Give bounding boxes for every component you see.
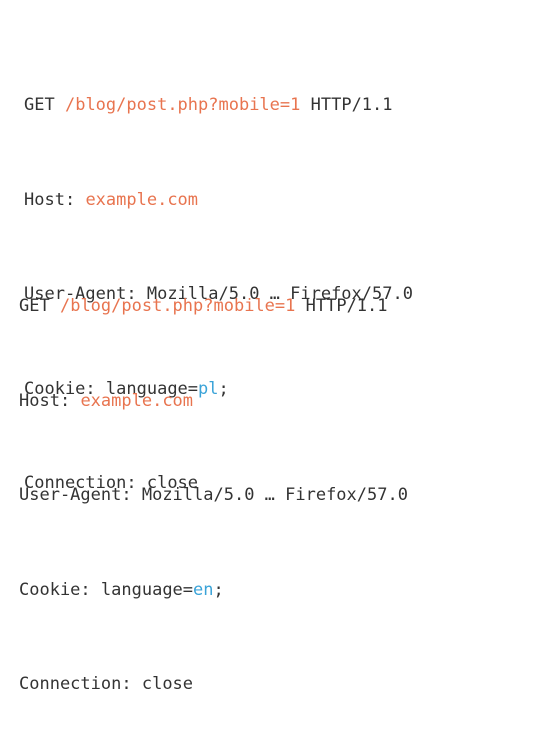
cookie-header: Cookie: language=en; xyxy=(19,575,408,607)
header-label: Host: xyxy=(19,390,71,411)
cookie-terminator: ; xyxy=(213,579,224,600)
header-label: Host: xyxy=(24,189,76,210)
cookie-key: language= xyxy=(100,579,194,600)
header-label: Cookie: xyxy=(19,579,91,600)
connection-header: Connection: close xyxy=(19,669,408,701)
connection-value: close xyxy=(141,674,194,694)
host-header: Host: example.com xyxy=(24,185,413,217)
user-agent-value: Mozilla/5.0 … Firefox/57.0 xyxy=(141,485,408,505)
request-line: GET /blog/post.php?mobile=1 HTTP/1.1 xyxy=(19,291,408,323)
request-path: /blog/post.php?mobile=1 xyxy=(64,95,301,115)
host-value: example.com xyxy=(85,189,199,210)
request-path: /blog/post.php?mobile=1 xyxy=(59,296,296,316)
header-label: Connection: xyxy=(19,674,132,694)
request-line: GET /blog/post.php?mobile=1 HTTP/1.1 xyxy=(24,90,413,122)
method: GET xyxy=(24,95,55,115)
http-request-block: GET /blog/post.php?mobile=1 HTTP/1.1 Hos… xyxy=(19,228,408,732)
header-label: User-Agent: xyxy=(19,485,132,505)
protocol: HTTP/1.1 xyxy=(305,296,388,316)
protocol: HTTP/1.1 xyxy=(310,95,393,115)
cookie-value: en xyxy=(193,579,214,600)
host-header: Host: example.com xyxy=(19,386,408,418)
user-agent-header: User-Agent: Mozilla/5.0 … Firefox/57.0 xyxy=(19,480,408,512)
method: GET xyxy=(19,296,50,316)
host-value: example.com xyxy=(80,390,194,411)
